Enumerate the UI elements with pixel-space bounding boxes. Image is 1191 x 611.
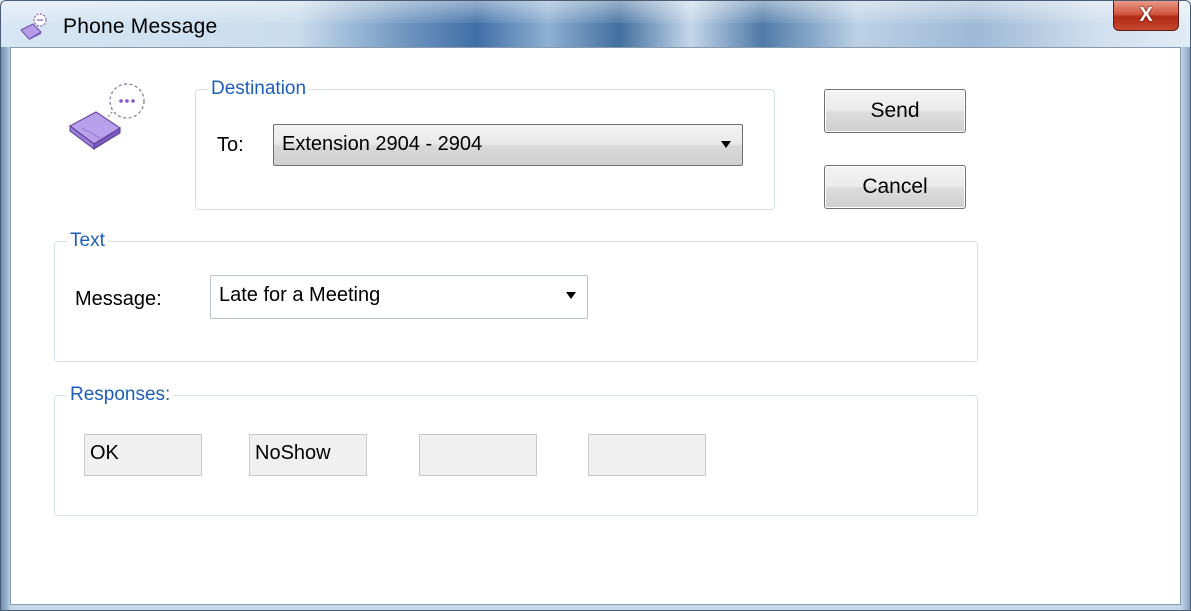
destination-dropdown[interactable]: Extension 2904 - 2904 bbox=[273, 124, 743, 166]
response-field-1[interactable]: OK bbox=[84, 434, 202, 476]
text-legend: Text bbox=[70, 230, 105, 251]
responses-legend: Responses: bbox=[70, 384, 171, 405]
chevron-down-icon[interactable] bbox=[566, 292, 576, 299]
chevron-down-icon[interactable] bbox=[721, 141, 731, 148]
send-button[interactable]: Send bbox=[824, 89, 966, 133]
message-value: Late for a Meeting bbox=[219, 284, 381, 306]
title-bar[interactable]: Phone Message bbox=[1, 1, 1190, 47]
phone-message-icon bbox=[20, 13, 47, 40]
destination-legend: Destination bbox=[211, 78, 307, 99]
response-field-4[interactable] bbox=[588, 434, 706, 476]
cancel-button[interactable]: Cancel bbox=[824, 165, 966, 209]
phone-message-icon bbox=[68, 83, 145, 150]
destination-value: Extension 2904 - 2904 bbox=[282, 133, 483, 155]
window-title: Phone Message bbox=[63, 15, 218, 38]
message-label: Message: bbox=[75, 288, 162, 310]
dialog-body: Destination To: Extension 2904 - 2904 Se… bbox=[10, 47, 1181, 605]
message-dropdown[interactable]: Late for a Meeting bbox=[210, 275, 588, 319]
close-button[interactable]: X bbox=[1113, 1, 1179, 31]
response-field-2[interactable]: NoShow bbox=[249, 434, 367, 476]
phone-message-window: Phone Message X Destination To: Extensio… bbox=[0, 0, 1191, 611]
close-icon: X bbox=[1139, 4, 1153, 26]
response-field-3[interactable] bbox=[419, 434, 537, 476]
to-label: To: bbox=[217, 134, 244, 156]
